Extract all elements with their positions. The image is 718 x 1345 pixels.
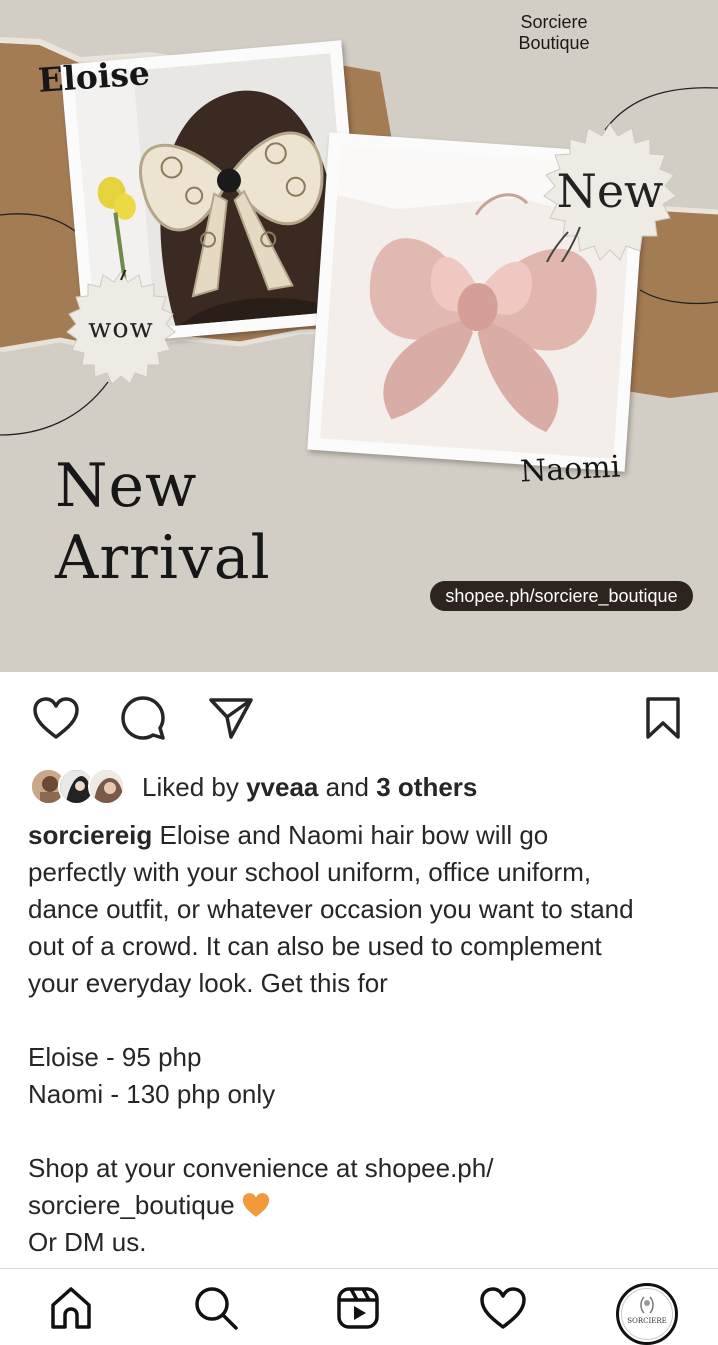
caption-shop-handle: sorciere_boutique [28,1190,235,1220]
caption-price-eloise: Eloise - 95 php [28,1042,202,1072]
reels-icon [337,1287,379,1329]
post-caption: sorciereig Eloise and Naomi hair bow wil… [28,817,698,1261]
orange-heart-icon [242,1193,269,1217]
profile-logo-icon [640,1296,654,1314]
profile-logo-text: SORCIERE [627,1317,667,1325]
new-badge-text: New [556,164,664,218]
share-button[interactable] [205,692,257,744]
comment-button[interactable] [117,692,169,744]
like-button[interactable] [30,692,82,744]
liker-avatars [30,768,130,806]
liker-avatar-3 [88,768,125,805]
heart-outline-icon [33,697,79,739]
wow-badge: wow [62,249,180,388]
liked-by-middle: and [318,772,377,802]
nav-search-button[interactable] [191,1283,241,1333]
liked-by-user[interactable]: yveaa [246,772,318,802]
nav-activity-button[interactable] [478,1283,528,1333]
brand-line-1: Sorciere [520,12,588,32]
caption-line: out of a crowd. It can also be used to c… [28,931,602,961]
caption-line: Shop at your convenience at shopee.ph/ [28,1153,494,1183]
caption-price-naomi: Naomi - 130 php only [28,1079,276,1109]
caption-line: perfectly with your school uniform, offi… [28,857,592,887]
paper-plane-icon [209,698,253,739]
avatar: SORCIERE [621,1288,673,1340]
avatar-photo-icon [90,770,123,803]
eloise-label: Eloise [36,53,152,100]
caption-line: sorciereig Eloise and Naomi hair bow wil… [28,817,698,854]
new-badge: New [540,122,680,279]
post-image[interactable]: Sorciere Boutique Eloise Naomi wow New N… [0,0,718,672]
nav-profile-button[interactable]: SORCIERE [616,1283,678,1345]
comment-bubble-icon [121,696,165,740]
home-icon [51,1287,91,1329]
headline-line-1: New [55,451,198,521]
save-button[interactable] [637,692,689,744]
nav-home-button[interactable] [46,1283,96,1333]
caption-text: Eloise and Naomi hair bow will go [152,820,549,850]
caption-username[interactable]: sorciereig [28,820,152,850]
caption-line: your everyday look. Get this for [28,968,388,998]
search-icon [195,1287,238,1330]
bookmark-icon [646,697,680,739]
caption-line: dance outfit, or whatever occasion you w… [28,894,634,924]
brand-name: Sorciere Boutique [500,12,608,54]
new-arrival-headline: New Arrival [55,450,271,594]
caption-line: sorciere_boutique [28,1187,698,1224]
nav-reels-button[interactable] [333,1283,383,1333]
naomi-label: Naomi [519,449,622,490]
activity-heart-icon [480,1287,526,1329]
liked-by-text: Liked by yveaa and 3 others [142,772,477,803]
liked-by-prefix: Liked by [142,772,247,802]
bottom-navigation-bar: SORCIERE [0,1268,718,1345]
brand-line-2: Boutique [518,33,590,53]
liked-by-others[interactable]: 3 others [376,772,477,802]
wow-badge-text: wow [88,313,154,344]
caption-line: Or DM us. [28,1227,147,1257]
shop-url-pill: shopee.ph/sorciere_boutique [430,581,693,611]
headline-line-2: Arrival [55,523,271,593]
